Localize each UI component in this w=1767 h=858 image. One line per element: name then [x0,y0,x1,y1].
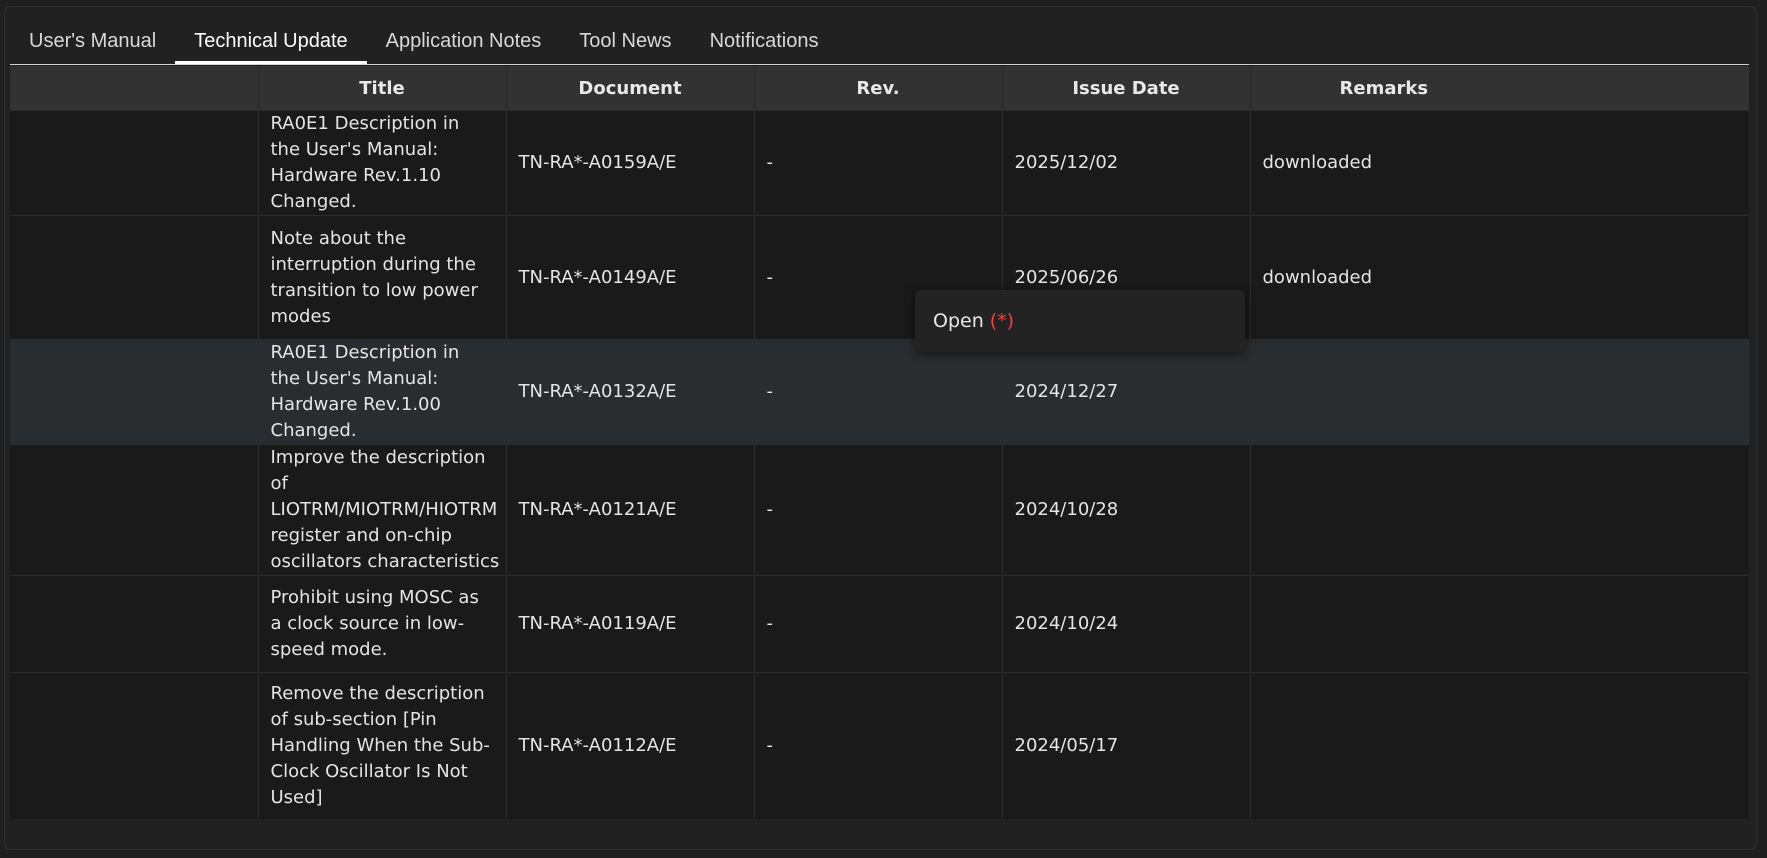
remarks-cell [1249,575,1749,673]
context-menu-open-item[interactable]: Open (*) [915,290,1245,352]
tab-application-notes[interactable]: Application Notes [367,18,561,64]
table-row[interactable]: Improve the description of LIOTRM/MIOTRM… [10,444,1749,576]
row-blank-cell [10,110,258,216]
table-row[interactable]: RA0E1 Description in the User's Manual: … [10,110,1749,216]
column-header-title[interactable]: Title [257,66,506,111]
document-cell: TN-RA*-A0149A/E [505,215,754,340]
column-header-blank[interactable] [10,66,258,111]
column-header-remarks[interactable]: Remarks [1249,66,1749,111]
column-header-document[interactable]: Document [505,66,754,111]
rev-cell: - [753,444,1002,576]
row-blank-cell [10,672,258,819]
table-row[interactable]: Remove the description of sub-section [P… [10,672,1749,819]
issue-date-cell: 2024/05/17 [1001,672,1250,819]
row-blank-cell [10,444,258,576]
remarks-cell: downloaded [1249,110,1749,216]
table-header-row: Title Document Rev. Issue Date Remarks [10,66,1749,111]
documents-table: Title Document Rev. Issue Date Remarks R… [10,66,1749,819]
issue-date-cell: 2024/12/27 [1001,339,1250,445]
table-row[interactable]: Note about the interruption during the t… [10,215,1749,340]
document-cell: TN-RA*-A0159A/E [505,110,754,216]
issue-date-cell: 2024/10/28 [1001,444,1250,576]
context-menu-open-label: Open [933,310,984,332]
remarks-cell [1249,672,1749,819]
title-cell: Note about the interruption during the t… [257,215,506,340]
document-cell: TN-RA*-A0132A/E [505,339,754,445]
remarks-cell: downloaded [1249,215,1749,340]
title-cell: Prohibit using MOSC as a clock source in… [257,575,506,673]
table-row-selected[interactable]: RA0E1 Description in the User's Manual: … [10,339,1749,445]
column-header-rev[interactable]: Rev. [753,66,1002,111]
document-cell: TN-RA*-A0112A/E [505,672,754,819]
rev-cell: - [753,672,1002,819]
column-header-issue-date[interactable]: Issue Date [1001,66,1250,111]
rev-cell: - [753,110,1002,216]
remarks-cell [1249,339,1749,445]
issue-date-cell: 2024/10/24 [1001,575,1250,673]
document-cell: TN-RA*-A0121A/E [505,444,754,576]
title-cell: Remove the description of sub-section [P… [257,672,506,819]
tab-tool-news[interactable]: Tool News [560,18,690,64]
row-blank-cell [10,215,258,340]
title-cell: RA0E1 Description in the User's Manual: … [257,339,506,445]
tab-notifications[interactable]: Notifications [691,18,838,64]
tab-users-manual[interactable]: User's Manual [10,18,175,64]
row-blank-cell [10,339,258,445]
title-cell: RA0E1 Description in the User's Manual: … [257,110,506,216]
title-cell: Improve the description of LIOTRM/MIOTRM… [257,444,506,576]
context-menu-marker: (*) [989,310,1015,332]
rev-cell: - [753,575,1002,673]
document-cell: TN-RA*-A0119A/E [505,575,754,673]
table-row[interactable]: Prohibit using MOSC as a clock source in… [10,575,1749,673]
issue-date-cell: 2025/12/02 [1001,110,1250,216]
remarks-cell [1249,444,1749,576]
tab-underline-divider [10,64,1749,65]
row-blank-cell [10,575,258,673]
tab-bar: User's Manual Technical Update Applicati… [10,18,838,64]
tab-technical-update[interactable]: Technical Update [175,18,367,64]
rev-cell: - [753,339,1002,445]
